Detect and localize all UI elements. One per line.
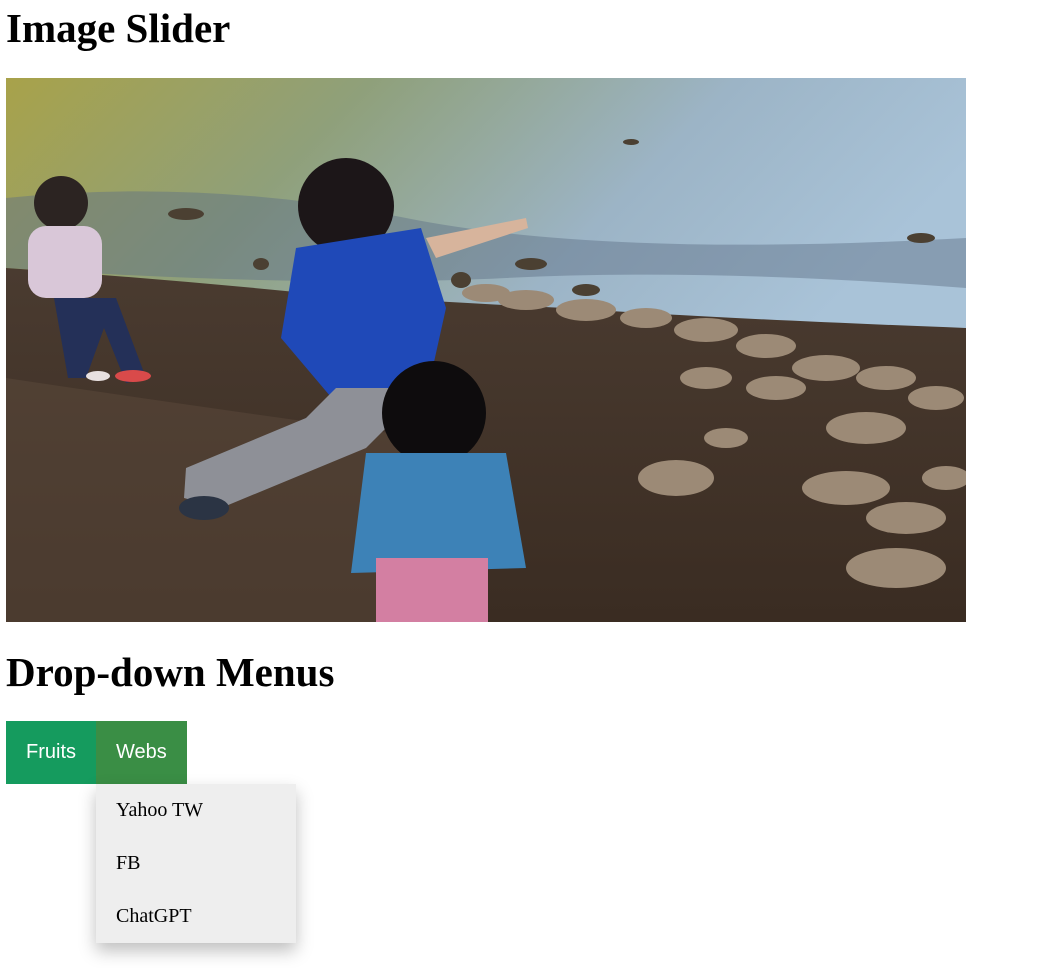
dropdown-menus-heading: Drop-down Menus (6, 649, 335, 695)
image-slider[interactable] (6, 78, 966, 622)
menu-bar: Fruits Webs (6, 721, 187, 784)
webs-dropdown: Yahoo TW FB ChatGPT (96, 784, 296, 943)
webs-menu-button[interactable]: Webs (96, 721, 187, 784)
dropdown-item-chatgpt[interactable]: ChatGPT (96, 890, 296, 943)
dropdown-item-fb[interactable]: FB (96, 837, 296, 890)
dropdown-item-yahoo-tw[interactable]: Yahoo TW (96, 784, 296, 837)
page: Image Slider Drop-down Menus Fruits Webs… (0, 0, 1041, 968)
fruits-menu-button[interactable]: Fruits (6, 721, 96, 784)
image-slider-heading: Image Slider (6, 5, 231, 51)
slider-image (6, 78, 966, 622)
